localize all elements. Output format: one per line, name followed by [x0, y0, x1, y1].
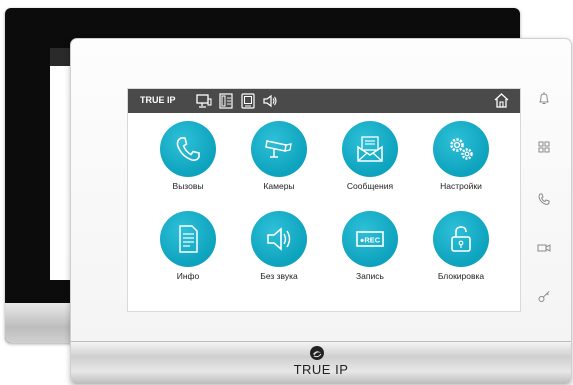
app-label: Вызовы	[172, 181, 204, 191]
app-label: Блокировка	[437, 271, 485, 281]
rec-icon: ●REC	[356, 231, 384, 247]
monitor-icon[interactable]	[196, 93, 212, 109]
app-label: Запись	[356, 271, 384, 281]
cameras-button[interactable]	[251, 121, 307, 177]
app-label: Без звука	[260, 271, 298, 281]
app-label: Сообщения	[346, 181, 394, 191]
app-settings[interactable]: Настройки	[416, 121, 506, 201]
app-cameras[interactable]: Камеры	[234, 121, 324, 201]
app-label: Настройки	[440, 181, 482, 191]
rec-badge-text: ●REC	[360, 236, 381, 245]
key-icon[interactable]	[537, 289, 551, 303]
bell-icon[interactable]	[537, 91, 551, 105]
status-bar: TRUE IP	[128, 89, 520, 113]
record-button[interactable]: ●REC	[342, 211, 398, 267]
intercom-icon[interactable]	[218, 93, 234, 109]
home-icon[interactable]	[493, 92, 510, 109]
brand-name: TRUE IP	[293, 362, 349, 377]
app-messages[interactable]: Сообщения	[325, 121, 415, 201]
phone-icon[interactable]	[537, 192, 551, 206]
touch-screen: TRUE IP Вызовы Камеры Сообщения Настройк…	[127, 88, 521, 312]
app-info[interactable]: Инфо	[143, 211, 233, 291]
camera-icon	[265, 140, 292, 158]
mute-button[interactable]	[251, 211, 307, 267]
app-record[interactable]: ●REC Запись	[325, 211, 415, 291]
brand-logo-icon	[310, 346, 324, 360]
door-panel-icon[interactable]	[240, 93, 256, 109]
message-icon	[357, 136, 383, 162]
document-icon	[179, 225, 198, 253]
app-mute[interactable]: Без звука	[234, 211, 324, 291]
calls-button[interactable]	[160, 121, 216, 177]
app-calls[interactable]: Вызовы	[143, 121, 233, 201]
app-label: Камеры	[263, 181, 295, 191]
app-label: Инфо	[176, 271, 200, 281]
info-button[interactable]	[160, 211, 216, 267]
phone-icon	[176, 137, 200, 161]
lock-icon	[451, 226, 471, 252]
settings-button[interactable]	[433, 121, 489, 177]
speaker-icon	[267, 227, 291, 251]
screen-title: TRUE IP	[140, 95, 176, 105]
device-bezel: TRUE IP	[71, 341, 571, 384]
grid-icon[interactable]	[537, 140, 551, 154]
gear-icon	[450, 138, 473, 160]
camera-icon[interactable]	[537, 241, 551, 255]
lock-button[interactable]	[433, 211, 489, 267]
messages-button[interactable]	[342, 121, 398, 177]
speaker-icon[interactable]	[262, 93, 278, 109]
front-device: TRUE IP Вызовы Камеры Сообщения Настройк…	[70, 38, 572, 385]
app-lock[interactable]: Блокировка	[416, 211, 506, 291]
